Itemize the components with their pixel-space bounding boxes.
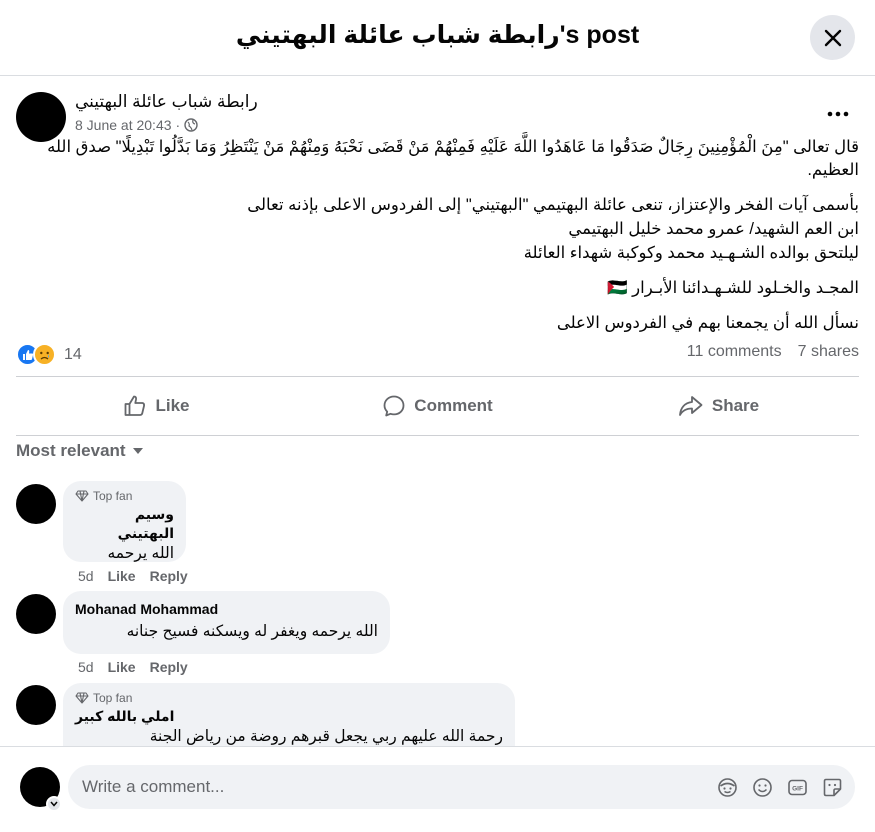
commenter-name[interactable]: Mohanad Mohammad xyxy=(75,600,378,619)
post-paragraph-5-text: المجـد والخـلود للشـهـدائنا الأبـرار xyxy=(632,279,859,297)
dialog-title: رابطة شباب عائلة البهتيني's post xyxy=(235,21,640,49)
comment-reply-button[interactable]: Reply xyxy=(150,568,188,584)
comment-composer: GIF xyxy=(0,746,875,832)
post-meta: 8 June at 20:43 · xyxy=(75,117,198,133)
comment-like-button[interactable]: Like xyxy=(108,659,136,675)
commenter-name[interactable]: املي بالله كبير xyxy=(75,707,503,726)
top-fan-badge: Top fan xyxy=(75,691,503,705)
emoji-icon xyxy=(752,777,772,797)
top-fan-badge: Top fan xyxy=(75,489,174,503)
comment-reply-button[interactable]: Reply xyxy=(150,659,188,675)
post-action-bar: Like Comment Share xyxy=(16,376,859,436)
share-icon xyxy=(678,396,703,416)
author-name[interactable]: رابطة شباب عائلة البهتيني xyxy=(75,92,258,112)
gif-button[interactable]: GIF xyxy=(786,776,808,798)
share-label: Share xyxy=(711,396,760,415)
like-button[interactable]: Like xyxy=(16,377,297,435)
comment-actions: 5d Like Reply xyxy=(78,568,188,584)
diamond-icon xyxy=(75,490,89,502)
sticker-button[interactable] xyxy=(821,776,843,798)
reaction-count: 14 xyxy=(64,345,82,363)
comment-time[interactable]: 5d xyxy=(78,659,94,675)
comment-actions: 5d Like Reply xyxy=(78,659,188,675)
meta-separator: · xyxy=(175,117,181,133)
diamond-icon xyxy=(75,692,89,704)
thumbs-up-icon xyxy=(125,395,146,416)
comments-count[interactable]: 11 comments xyxy=(687,343,782,361)
post-scroll-area[interactable]: رابطة شباب عائلة البهتيني 8 June at 20:4… xyxy=(0,77,875,746)
chevron-down-icon xyxy=(50,801,58,807)
gif-icon: GIF xyxy=(787,779,807,795)
comment-label: Comment xyxy=(414,396,493,415)
sort-label: Most relevant xyxy=(16,441,126,460)
comment-time[interactable]: 5d xyxy=(78,568,94,584)
comment-bubble: Top fan وسيم البهتيني الله يرحمه xyxy=(63,481,186,562)
post-paragraph-2: بأسمى آيات الفخر والإعتزاز، تنعى عائلة ا… xyxy=(247,196,859,214)
dialog-header: رابطة شباب عائلة البهتيني's post xyxy=(0,0,875,76)
sticker-icon xyxy=(823,778,841,796)
post-paragraph-3: ابن العم الشهيد/ عمرو محمد خليل البهتيمي xyxy=(568,220,859,238)
commenter-avatar[interactable] xyxy=(16,594,56,634)
comment-text: الله يرحمه ويغفر له ويسكنه فسيح جنانه xyxy=(126,623,378,640)
top-fan-label: Top fan xyxy=(93,691,133,705)
like-label: Like xyxy=(155,396,190,415)
svg-text:GIF: GIF xyxy=(792,785,803,792)
top-fan-label: Top fan xyxy=(93,489,133,503)
comment-sort-dropdown[interactable]: Most relevant xyxy=(16,441,144,461)
more-icon xyxy=(827,111,849,117)
account-switcher-button[interactable] xyxy=(46,796,62,812)
comment-bubble: Mohanad Mohammad الله يرحمه ويغفر له ويس… xyxy=(63,591,390,654)
avatar-sticker-icon xyxy=(717,777,737,797)
close-button[interactable] xyxy=(810,15,855,60)
comment-text: رحمة الله عليهم ربي يجعل قبرهم روضة من ر… xyxy=(149,728,503,745)
comment-icon xyxy=(383,395,405,417)
comment-input[interactable] xyxy=(82,765,702,809)
shares-count[interactable]: 7 shares xyxy=(798,343,859,361)
post-timestamp[interactable]: 8 June at 20:43 xyxy=(75,117,172,133)
comment-text: الله يرحمه xyxy=(107,545,175,562)
more-options-button[interactable] xyxy=(820,99,856,129)
share-button[interactable]: Share xyxy=(578,377,859,435)
comment-like-button[interactable]: Like xyxy=(108,568,136,584)
avatar-sticker-button[interactable] xyxy=(716,776,738,798)
palestine-flag-icon: 🇵🇸 xyxy=(607,279,628,297)
sad-reaction-icon xyxy=(33,343,56,366)
caret-down-icon xyxy=(132,448,143,454)
commenter-avatar[interactable] xyxy=(16,685,56,725)
comment-button[interactable]: Comment xyxy=(297,377,578,435)
post-paragraph-5: المجـد والخـلود للشـهـدائنا الأبـرار 🇵🇸 xyxy=(16,277,859,300)
globe-icon xyxy=(184,118,198,132)
post-paragraph-1: قال تعالى "مِنَ الْمُؤْمِنِينَ رِجَالٌ ص… xyxy=(47,138,859,179)
commenter-avatar[interactable] xyxy=(16,484,56,524)
reactions-summary[interactable]: 14 xyxy=(16,343,82,366)
commenter-name[interactable]: وسيم البهتيني xyxy=(75,505,174,543)
author-avatar[interactable] xyxy=(16,92,66,142)
post-paragraph-4: ليلتحق بوالده الشـهـيد محمد وكوكبة شهداء… xyxy=(523,244,859,262)
emoji-button[interactable] xyxy=(751,776,773,798)
comment-bubble: Top fan املي بالله كبير رحمة الله عليهم … xyxy=(63,683,515,746)
comment-box: GIF xyxy=(68,765,855,809)
close-icon xyxy=(824,29,841,46)
post-paragraph-6: نسأل الله أن يجمعنا بهم في الفردوس الاعل… xyxy=(556,314,859,332)
post-stats: 11 comments 7 shares xyxy=(687,343,859,361)
